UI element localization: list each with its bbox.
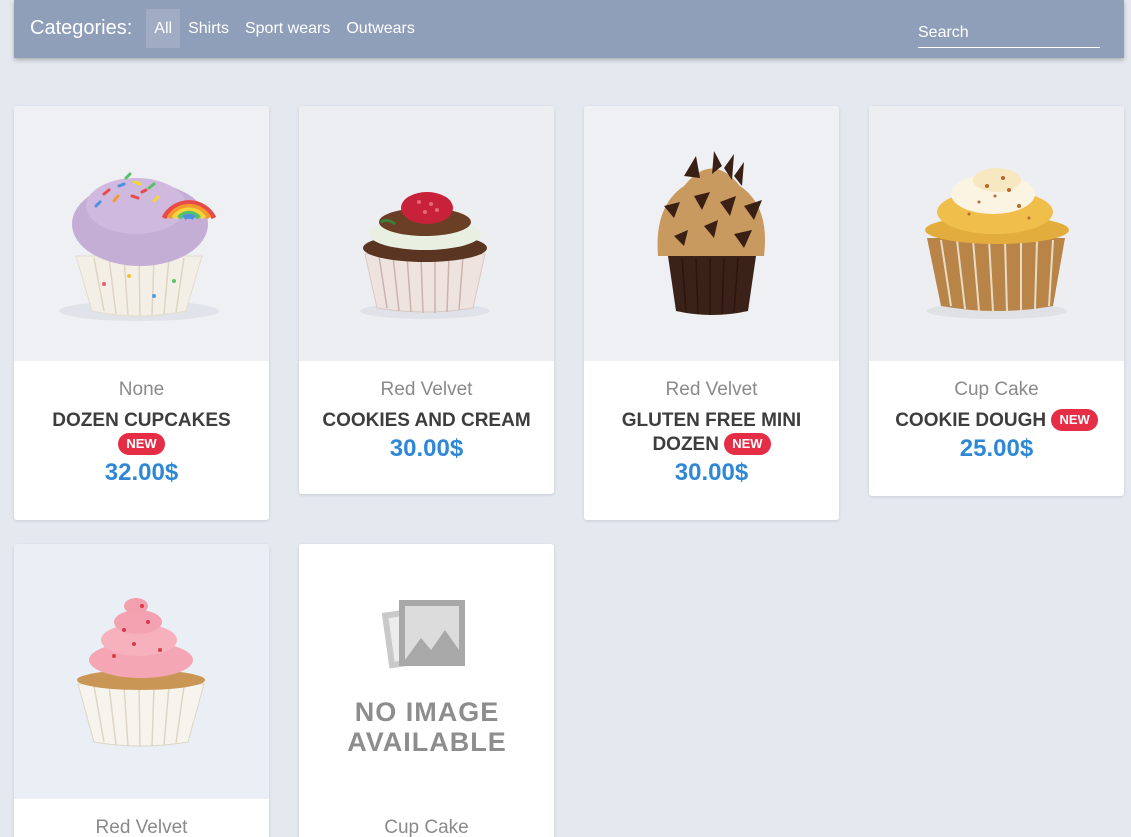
product-card[interactable]: Cup Cake COOKIE DOUGH NEW 25.00$ <box>869 106 1124 496</box>
product-name-text: COOKIE DOUGH <box>895 410 1047 431</box>
product-image[interactable] <box>299 106 554 361</box>
category-bar: Categories: All Shirts Sport wears Outwe… <box>14 0 1124 58</box>
product-name: COOKIES AND CREAM <box>299 409 554 433</box>
product-image-placeholder[interactable]: NO IMAGE AVAILABLE <box>299 544 554 799</box>
product-price: 30.00$ <box>389 435 464 462</box>
product-card[interactable]: Red Velvet <box>14 544 269 837</box>
product-name-text: COOKIES AND CREAM <box>322 410 531 431</box>
product-price: 30.00$ <box>674 459 749 486</box>
product-image[interactable] <box>14 106 269 361</box>
product-image[interactable] <box>869 106 1124 361</box>
product-price: 32.00$ <box>104 459 179 486</box>
search-input[interactable] <box>918 14 1100 48</box>
category-shirts[interactable]: Shirts <box>180 9 237 48</box>
new-badge: NEW <box>118 432 165 455</box>
product-image[interactable] <box>584 106 839 361</box>
no-image-text-line2: AVAILABLE <box>347 727 507 757</box>
new-badge: NEW <box>1051 408 1098 431</box>
product-category: Cup Cake <box>384 817 469 837</box>
product-name: DOZEN CUPCAKES NEW <box>14 409 269 457</box>
product-name: COOKIE DOUGH NEW <box>869 408 1124 433</box>
product-name-text: GLUTEN FREE MINI DOZEN <box>621 410 802 455</box>
category-outwears[interactable]: Outwears <box>338 9 422 48</box>
product-card[interactable]: Red Velvet COOKIES AND CREAM 30.00$ <box>299 106 554 494</box>
product-name: GLUTEN FREE MINI DOZEN NEW <box>584 409 839 457</box>
product-name-text: DOZEN CUPCAKES <box>52 410 231 431</box>
product-card[interactable]: Red Velvet GLUTEN FREE MINI DOZEN NEW 30… <box>584 106 839 520</box>
categories-label: Categories: <box>30 16 133 39</box>
category-sport-wears[interactable]: Sport wears <box>237 9 338 48</box>
product-image[interactable] <box>14 544 269 799</box>
no-image-text-line1: NO IMAGE <box>355 697 500 727</box>
category-all[interactable]: All <box>146 8 181 48</box>
product-category: Red Velvet <box>380 379 473 400</box>
new-badge: NEW <box>724 432 771 455</box>
product-category: Red Velvet <box>95 817 188 837</box>
product-price: 25.00$ <box>959 435 1034 462</box>
product-card[interactable]: NO IMAGE AVAILABLE Cup Cake <box>299 544 554 837</box>
product-category: Cup Cake <box>954 379 1039 400</box>
product-card[interactable]: None DOZEN CUPCAKES NEW 32.00$ <box>14 106 269 520</box>
product-category: None <box>118 379 165 400</box>
product-category: Red Velvet <box>665 379 758 400</box>
